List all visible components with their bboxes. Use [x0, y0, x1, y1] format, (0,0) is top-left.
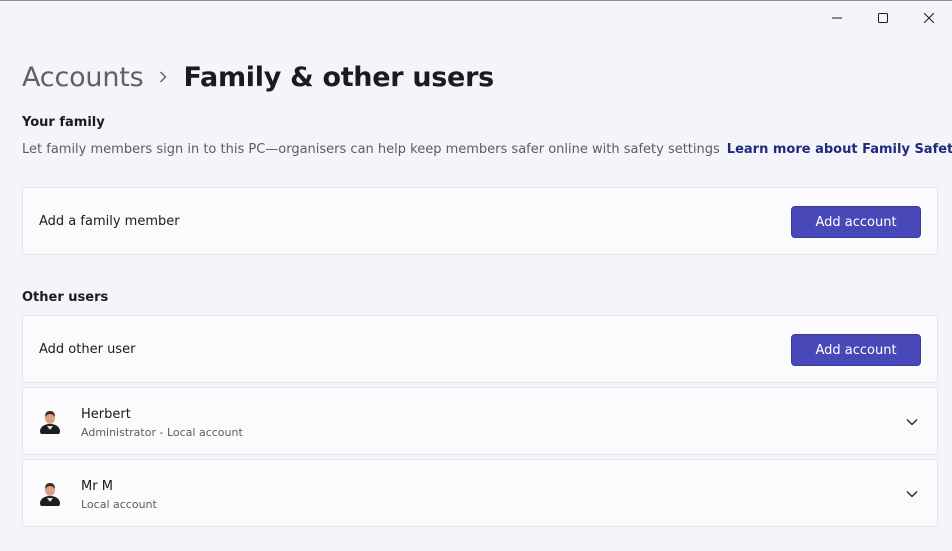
minimize-icon — [832, 17, 842, 19]
user-name: Herbert — [81, 407, 131, 422]
caption-buttons — [814, 1, 952, 35]
minimize-button[interactable] — [814, 1, 860, 35]
user-name: Mr M — [81, 479, 113, 494]
close-button[interactable] — [906, 1, 952, 35]
other-users-heading: Other users — [22, 290, 109, 305]
chevron-right-icon — [159, 71, 167, 83]
chevron-down-icon[interactable] — [905, 487, 919, 501]
maximize-icon — [878, 13, 888, 23]
user-avatar-icon — [37, 408, 63, 434]
add-family-account-button[interactable]: Add account — [791, 206, 921, 238]
add-other-account-button[interactable]: Add account — [791, 334, 921, 366]
add-other-user-label: Add other user — [39, 342, 136, 357]
family-description: Let family members sign in to this PC—or… — [22, 142, 952, 157]
user-row-herbert[interactable]: Herbert Administrator - Local account — [22, 387, 938, 455]
user-account-type: Administrator - Local account — [81, 426, 243, 439]
add-family-member-label: Add a family member — [39, 214, 180, 229]
add-family-member-card: Add a family member Add account — [22, 187, 938, 255]
breadcrumb-accounts[interactable]: Accounts — [22, 62, 144, 93]
chevron-down-icon[interactable] — [905, 415, 919, 429]
add-other-user-card: Add other user Add account — [22, 315, 938, 383]
learn-more-family-safety-link[interactable]: Learn more about Family Safety — [727, 142, 952, 157]
user-avatar-icon — [37, 480, 63, 506]
your-family-heading: Your family — [22, 115, 105, 130]
breadcrumb: Accounts Family & other users — [22, 57, 494, 97]
close-icon — [924, 13, 934, 23]
user-row-mr-m[interactable]: Mr M Local account — [22, 459, 938, 527]
user-account-type: Local account — [81, 498, 157, 511]
page-title: Family & other users — [183, 61, 494, 93]
family-description-text: Let family members sign in to this PC—or… — [22, 142, 720, 157]
maximize-button[interactable] — [860, 1, 906, 35]
settings-window: Accounts Family & other users Your famil… — [0, 0, 952, 551]
